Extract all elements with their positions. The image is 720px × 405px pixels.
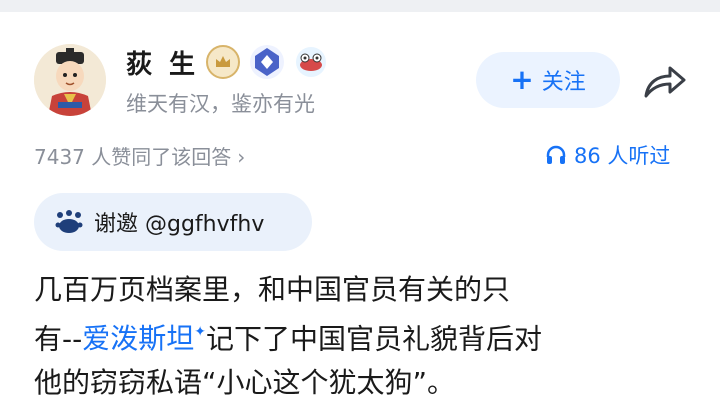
avatar-illustration <box>34 44 106 116</box>
answer-screen: 荻 生 维天有汉，鉴亦有光 + 关注 7437 人赞同了该回答 › 86 人听过… <box>0 0 720 405</box>
chevron-right-icon: › <box>237 145 246 169</box>
share-arrow-icon <box>644 66 686 98</box>
author-bio: 维天有汉，鉴亦有光 <box>126 92 315 116</box>
diamond-badge-icon[interactable] <box>250 45 284 79</box>
avatar[interactable] <box>34 44 106 116</box>
follow-button[interactable]: + 关注 <box>476 52 620 108</box>
follow-label: 关注 <box>541 70 586 95</box>
section-divider <box>0 0 720 12</box>
answer-line-3: 他的窃窃私语“小心这个犹太狗”。 <box>34 366 456 400</box>
crown-badge-icon[interactable] <box>206 45 240 79</box>
emblem-badge-icon[interactable] <box>294 45 328 79</box>
likes-summary[interactable]: 7437 人赞同了该回答 › <box>34 141 245 170</box>
author-name[interactable]: 荻 生 <box>126 44 199 81</box>
answer-line-2: 有--爱泼斯坦✦记下了中国官员礼貌背后对 <box>34 312 694 361</box>
headphones-icon <box>546 145 566 164</box>
answer-body: 几百万页档案里，和中国官员有关的只 有--爱泼斯坦✦记下了中国官员礼貌背后对 他… <box>34 268 694 405</box>
answer-line-2-prefix: 有-- <box>34 322 83 356</box>
answer-line-1: 几百万页档案里，和中国官员有关的只 <box>34 273 511 306</box>
share-button[interactable] <box>638 60 690 104</box>
answer-line-2-suffix: 记下了中国官员礼貌背后对 <box>205 322 542 356</box>
listen-count[interactable]: 86 人听过 <box>544 140 670 170</box>
invite-pill[interactable]: 谢邀 @ggfhvfhv <box>34 193 312 251</box>
listen-text: 86 人听过 <box>574 144 671 168</box>
likes-text: 7437 人赞同了该回答 <box>34 145 232 169</box>
link-spark-icon: ✦ <box>194 324 206 340</box>
invite-text: 谢邀 @ggfhvfhv <box>94 212 265 237</box>
epstein-link[interactable]: 爱泼斯坦✦ <box>82 322 206 355</box>
plus-icon: + <box>510 63 534 96</box>
epstein-link-text: 爱泼斯坦 <box>82 322 195 356</box>
invite-badge-icon <box>55 210 83 233</box>
